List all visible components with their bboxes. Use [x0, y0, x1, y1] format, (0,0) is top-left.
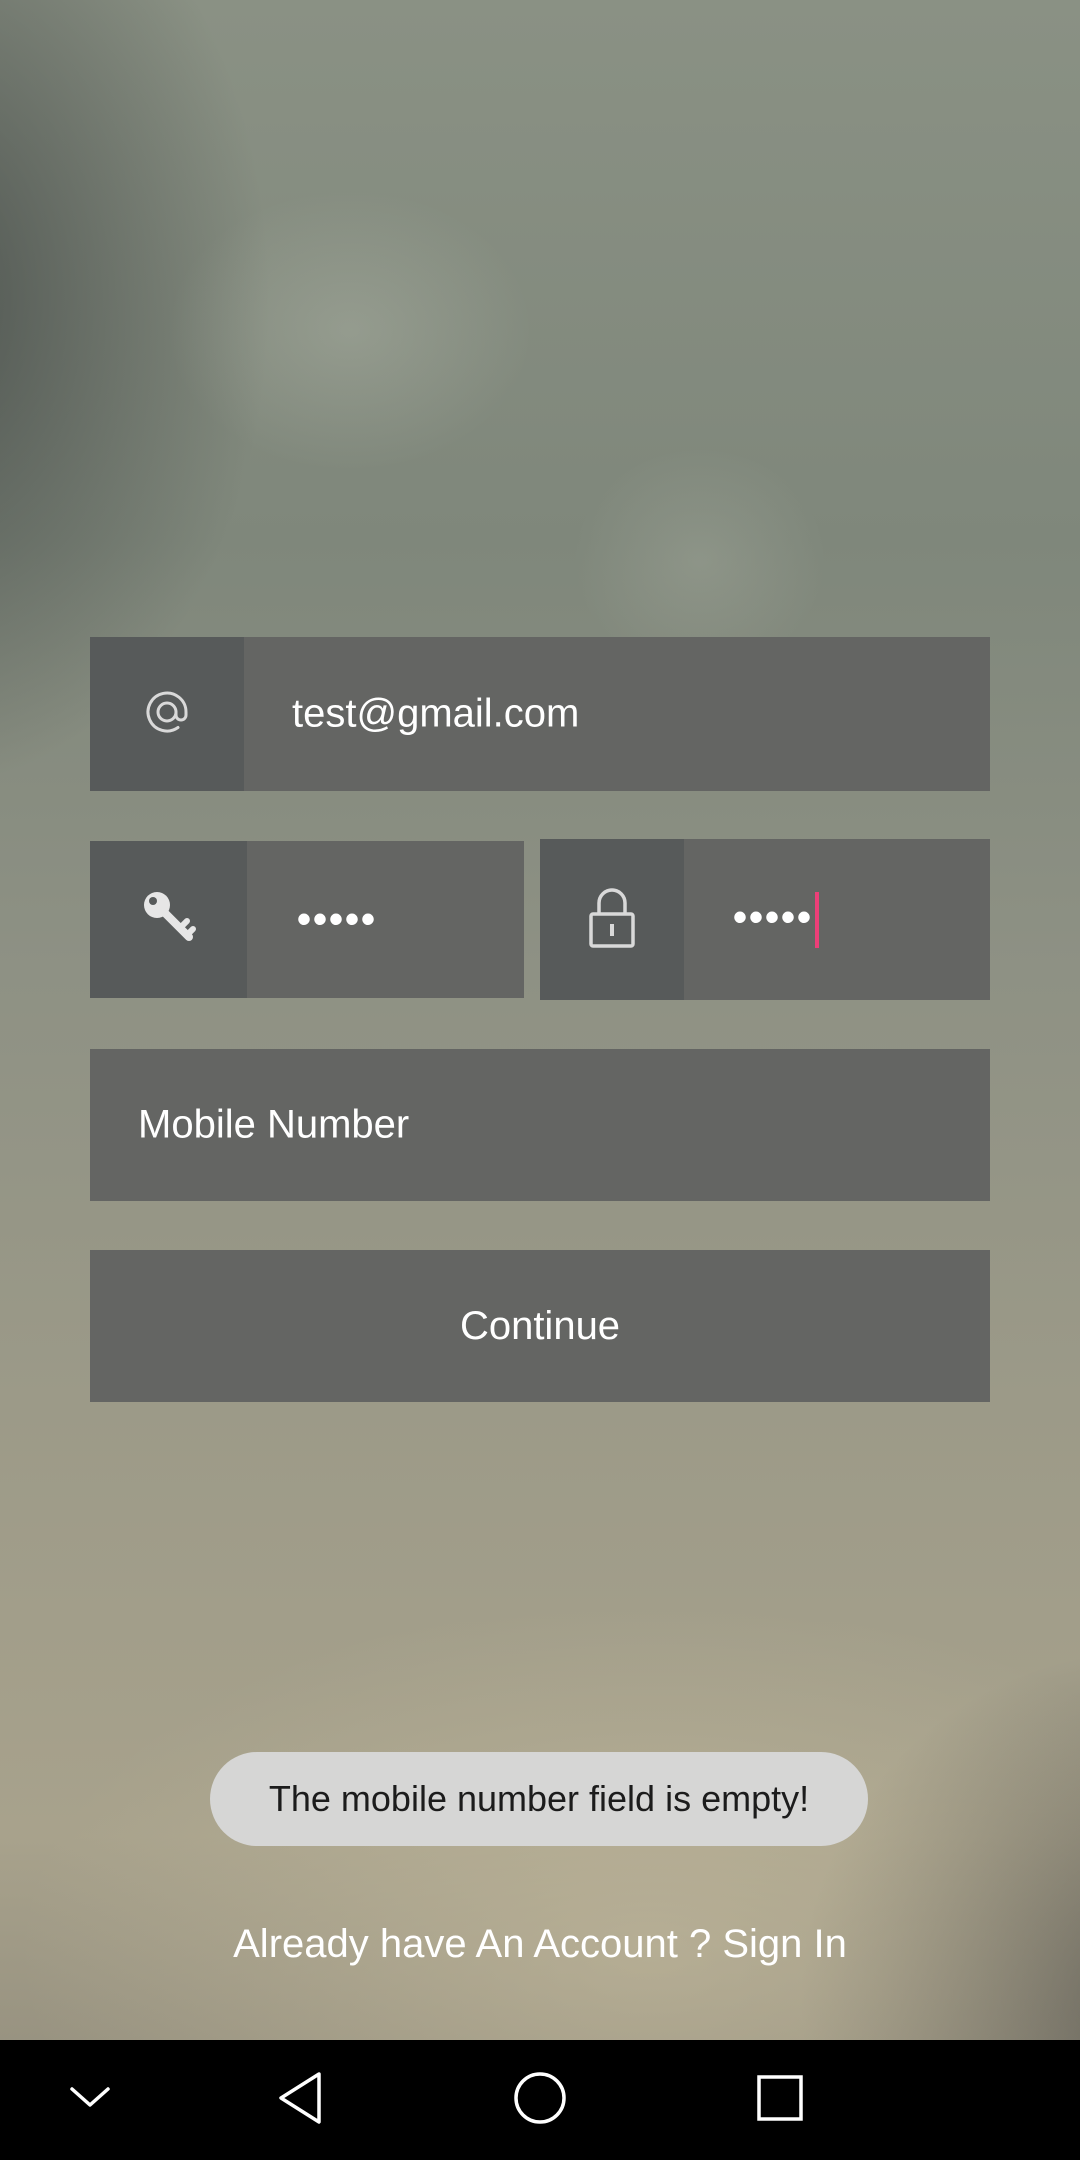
confirm-password-icon-box: [540, 839, 684, 1000]
recents-button[interactable]: [720, 2040, 840, 2160]
continue-button[interactable]: Continue: [90, 1250, 990, 1402]
sign-in-link[interactable]: Already have An Account ? Sign In: [0, 1922, 1080, 1967]
hide-keyboard-icon: [68, 2083, 112, 2118]
signup-screen: test@gmail.com ••••• ••••• Mobile Number…: [0, 0, 1080, 2160]
password-icon-box: [90, 841, 247, 998]
confirm-password-value: •••••: [733, 895, 814, 940]
at-sign-icon: [137, 682, 197, 747]
password-value: •••••: [297, 897, 378, 941]
back-button[interactable]: [240, 2040, 360, 2160]
key-icon: [137, 885, 201, 954]
mobile-number-placeholder: Mobile Number: [138, 1102, 410, 1147]
email-icon-box: [90, 637, 244, 791]
confirm-password-value-wrap: •••••: [733, 891, 820, 948]
hide-keyboard-button[interactable]: [30, 2040, 150, 2160]
mobile-number-field[interactable]: Mobile Number: [90, 1049, 990, 1201]
password-field[interactable]: •••••: [90, 841, 524, 998]
confirm-password-field[interactable]: •••••: [540, 839, 990, 1000]
home-button[interactable]: [480, 2040, 600, 2160]
toast-message: The mobile number field is empty!: [210, 1752, 868, 1846]
email-value: test@gmail.com: [292, 691, 580, 736]
back-icon: [275, 2070, 325, 2131]
toast-text: The mobile number field is empty!: [268, 1778, 810, 1819]
text-cursor: [815, 891, 820, 948]
email-field[interactable]: test@gmail.com: [90, 637, 990, 791]
navigation-bar: [0, 2040, 1080, 2160]
home-icon: [512, 2070, 568, 2131]
lock-icon: [584, 884, 640, 955]
recents-icon: [755, 2073, 805, 2128]
